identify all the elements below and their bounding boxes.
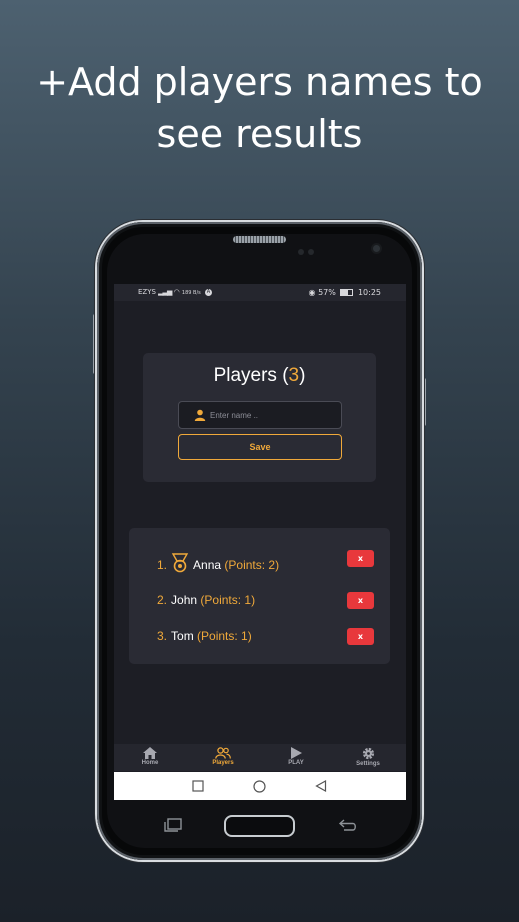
hardware-home-button[interactable] xyxy=(224,815,295,837)
headline-line-1: +Add players names to xyxy=(36,60,483,104)
wifi-icon: ◠ xyxy=(173,288,180,296)
player-points: (Points: 2) xyxy=(224,558,280,572)
player-points: (Points: 1) xyxy=(197,629,252,643)
delete-player-button[interactable]: x xyxy=(347,550,374,567)
player-rank: 1. xyxy=(157,558,168,572)
system-navigation-bar xyxy=(114,772,406,800)
status-right: ◉ 57% 10:25 xyxy=(309,284,381,301)
nav-players[interactable]: Players xyxy=(198,747,248,766)
hardware-recents-icon[interactable] xyxy=(164,818,182,832)
player-rank: 3. xyxy=(157,629,168,643)
nav-home[interactable]: Home xyxy=(125,747,175,766)
players-card: Players (3) Save xyxy=(143,353,376,482)
user-icon xyxy=(194,409,206,421)
hardware-back-icon[interactable] xyxy=(338,818,358,832)
phone-screen: EZYS ▂▃▅ ◠ 189 B/s A ◉ 57% 10:25 Players… xyxy=(114,284,406,800)
list-item: 1. Anna (Points: 2) xyxy=(157,553,280,573)
clock: 10:25 xyxy=(357,288,381,297)
headline-line-2: see results xyxy=(156,112,363,156)
headline: +Add players names to see results xyxy=(0,56,519,160)
battery-icon xyxy=(340,289,354,296)
player-name: Anna xyxy=(193,558,222,572)
users-icon xyxy=(215,747,231,759)
player-name: John xyxy=(171,593,198,607)
players-title: Players (3) xyxy=(143,365,376,387)
nav-play-label: PLAY xyxy=(288,760,304,766)
player-name: Tom xyxy=(171,629,194,643)
medal-icon xyxy=(171,553,189,573)
signal-icon: ▂▃▅ xyxy=(158,288,172,296)
list-item: 2. John (Points: 1) xyxy=(157,592,255,608)
home-icon xyxy=(143,747,157,759)
name-field[interactable] xyxy=(178,401,342,429)
status-bar: EZYS ▂▃▅ ◠ 189 B/s A ◉ 57% 10:25 xyxy=(114,284,406,301)
proximity-sensors xyxy=(298,240,318,259)
players-title-label: Players xyxy=(213,365,277,386)
battery-percent: 57% xyxy=(318,288,336,297)
gear-icon xyxy=(362,747,374,760)
nav-settings-label: Settings xyxy=(356,761,380,767)
delete-player-button[interactable]: x xyxy=(347,592,374,609)
app-notification-icon: A xyxy=(205,288,212,296)
nav-play[interactable]: PLAY xyxy=(271,747,321,766)
front-camera xyxy=(373,245,380,252)
list-item: 3. Tom (Points: 1) xyxy=(157,628,252,644)
recents-icon[interactable] xyxy=(192,780,204,792)
eye-icon: ◉ xyxy=(308,288,316,297)
delete-player-button[interactable]: x xyxy=(347,628,374,645)
nav-players-label: Players xyxy=(212,760,234,766)
name-input[interactable] xyxy=(210,402,335,428)
players-count-close: ) xyxy=(299,365,306,386)
back-triangle-icon[interactable] xyxy=(315,780,327,792)
home-circle-icon[interactable] xyxy=(253,780,266,793)
carrier-label: EZYS xyxy=(138,288,156,296)
players-count: 3 xyxy=(288,365,300,386)
player-points: (Points: 1) xyxy=(200,593,256,607)
nav-settings[interactable]: Settings xyxy=(343,747,393,767)
players-list: 1. Anna (Points: 2) x 2. John (Points: 1)… xyxy=(129,528,390,664)
player-rank: 2. xyxy=(157,593,168,607)
earpiece-speaker xyxy=(233,236,286,243)
save-button[interactable]: Save xyxy=(178,434,342,460)
data-rate: 189 B/s xyxy=(181,290,201,296)
play-icon xyxy=(291,747,302,759)
bottom-nav: Home Players PLAY Settings xyxy=(114,744,406,771)
status-left: EZYS ▂▃▅ ◠ 189 B/s A xyxy=(138,284,212,302)
nav-home-label: Home xyxy=(141,760,159,766)
power-button xyxy=(422,378,426,426)
